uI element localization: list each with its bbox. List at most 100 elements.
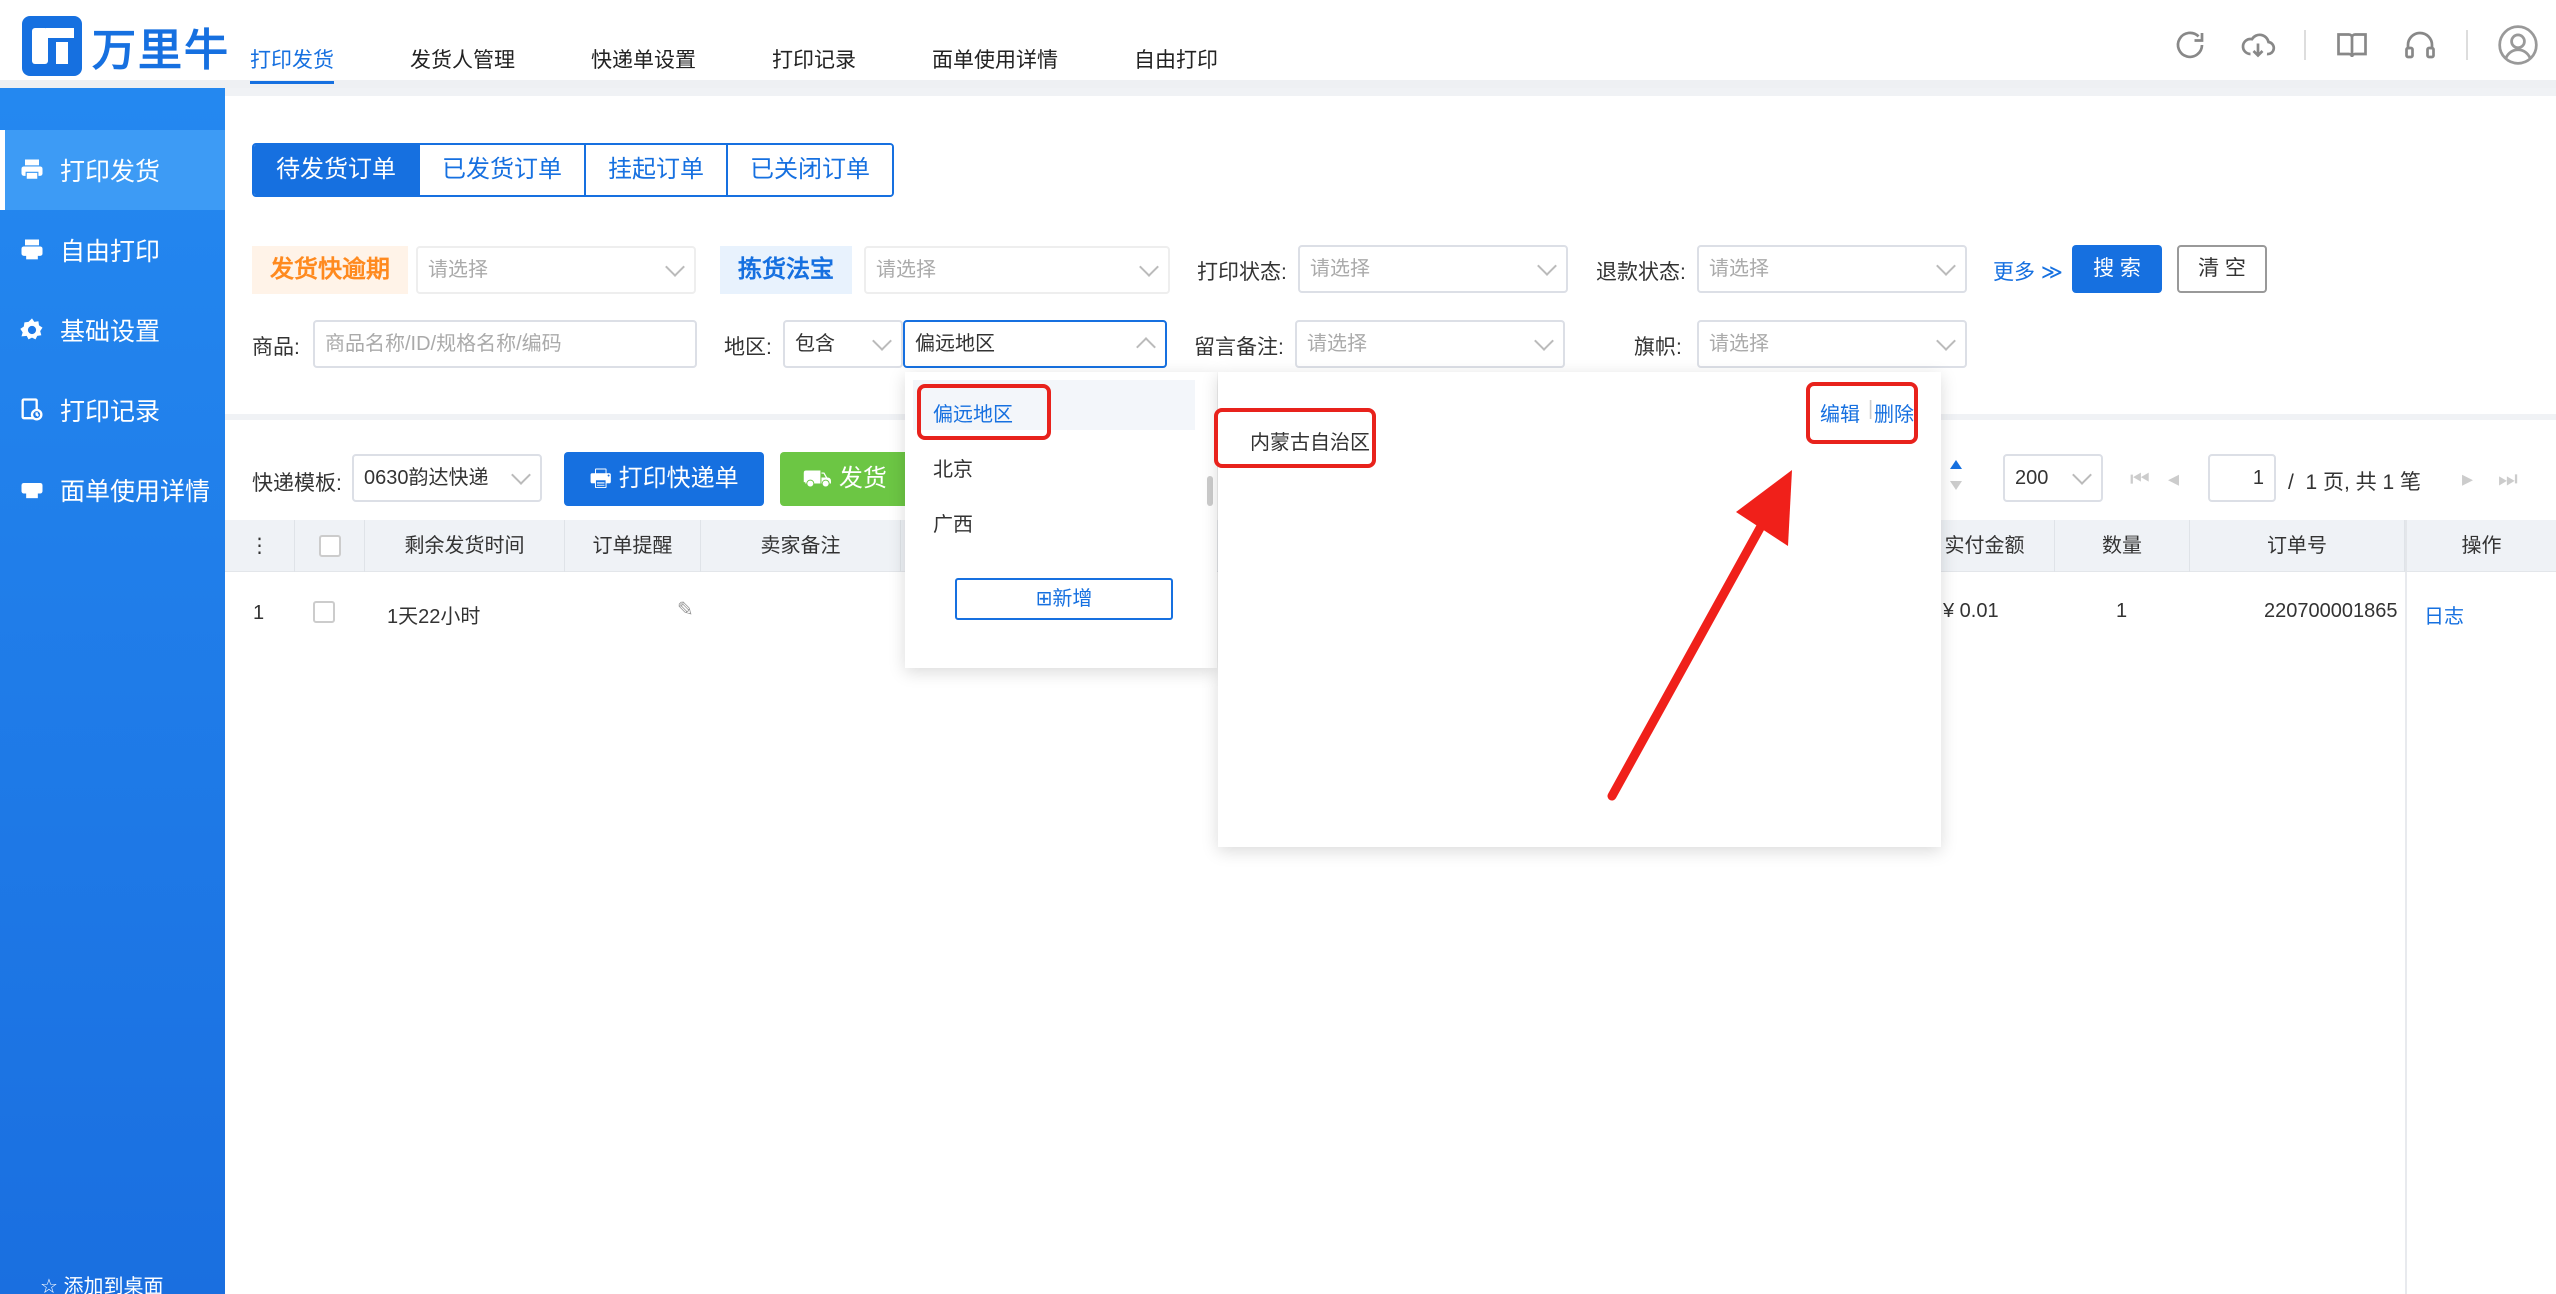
search-button[interactable]: 搜 索 [2072,245,2162,293]
page-size-select[interactable]: 200 [2003,454,2103,502]
sidebar: 打印发货 自由打印 基础设置 打印记录 面单使用详情 [0,88,225,1294]
region-option-beijing[interactable]: 北京 [933,453,973,482]
headset-icon[interactable] [2402,27,2438,63]
tab-closed-orders[interactable]: 已关闭订单 [728,145,892,195]
topnav-print-ship[interactable]: 打印发货 [250,0,334,84]
printer-icon: 🖶 [589,465,619,492]
region-mode-select[interactable]: 包含 [783,320,903,368]
header-action: 操作 [2405,520,2556,572]
sidebar-item-label: 面单使用详情 [60,478,211,506]
picking-tag[interactable]: 拣货法宝 [720,246,852,294]
picking-select[interactable]: 请选择 [864,246,1170,294]
row-quantity: 1 [2116,600,2128,622]
sidebar-item-label: 基础设置 [60,318,161,346]
region-label: 地区: [724,336,772,359]
printer-icon [21,159,43,180]
annotation-box [917,384,1051,440]
printer-icon [21,483,43,499]
divider [2304,30,2306,60]
annotation-arrow-icon [1607,470,1792,801]
log-link[interactable]: 日志 [2424,600,2464,629]
top-nav: 打印发货 发货人管理 快递单设置 打印记录 面单使用详情 自由打印 [250,0,1294,88]
brand-name: 万里牛 [92,26,230,75]
last-page-icon[interactable]: ⏭ [2498,466,2518,492]
flag-select[interactable]: 请选择 [1697,320,1967,368]
first-page-icon[interactable]: ⏮ [2130,466,2150,492]
sidebar-item-print-records[interactable]: 打印记录 [0,370,225,450]
star-icon: ☆ [40,1276,64,1294]
topnav-sender-manage[interactable]: 发货人管理 [410,0,515,84]
sidebar-item-label: 打印发货 [60,158,161,186]
annotation-box [1214,408,1376,468]
row-amount: ¥ 0.01 [1943,600,1999,622]
sidebar-item-print-ship[interactable]: 打印发货 [0,130,225,210]
topnav-print-records[interactable]: 打印记录 [772,0,856,84]
top-icons [2156,20,2556,70]
double-chevron-down-icon: ≫ [2035,261,2063,284]
plus-square-icon: ⊞ [1035,588,1053,610]
logo-mark-icon [22,16,82,76]
topnav-waybill-usage[interactable]: 面单使用详情 [932,0,1058,84]
refund-status-label: 退款状态: [1596,261,1686,284]
brand-logo[interactable]: 万里牛 [22,14,230,78]
header-quantity[interactable]: 数量 [2055,520,2190,572]
product-label: 商品: [252,336,300,359]
tab-pending-orders[interactable]: 待发货订单 [254,145,420,195]
page-info: / 1 页, 共 1 笔 [2288,471,2422,494]
add-to-desktop[interactable]: ☆ 添加到桌面 [40,1270,164,1294]
shipping-overdue-tag[interactable]: 发货快逾期 [252,246,408,294]
truck-icon: ⛟ [802,465,839,492]
tab-suspended-orders[interactable]: 挂起订单 [586,145,728,195]
action-column-divider [2405,572,2407,1294]
region-option-guangxi[interactable]: 广西 [933,508,973,537]
refund-status-select[interactable]: 请选择 [1697,245,1967,293]
remark-select[interactable]: 请选择 [1295,320,1565,368]
sidebar-item-basic-settings[interactable]: 基础设置 [0,290,225,370]
column-menu-icon[interactable]: ⋮ [225,520,295,572]
book-icon[interactable] [2334,27,2370,63]
ship-button[interactable]: ⛟ 发货 [780,452,910,506]
topnav-free-print[interactable]: 自由打印 [1134,0,1218,84]
page-number-input[interactable]: 1 [2208,454,2276,502]
shipping-overdue-select[interactable]: 请选择 [416,246,696,294]
select-all-checkbox[interactable] [318,535,341,557]
template-select[interactable]: 0630韵达快递 [352,454,542,502]
header-time-left[interactable]: 剩余发货时间 [365,520,565,572]
clear-button[interactable]: 清 空 [2177,245,2267,293]
product-input[interactable]: 商品名称/ID/规格名称/编码 [313,320,697,368]
gear-icon [20,318,43,340]
topnav-waybill-settings[interactable]: 快递单设置 [591,0,696,84]
tab-shipped-orders[interactable]: 已发货订单 [420,145,586,195]
refresh-icon[interactable] [2172,27,2208,63]
print-waybill-button[interactable]: 🖶 打印快递单 [564,452,764,506]
header-seller-note[interactable]: 卖家备注 [701,520,901,572]
more-filters-link[interactable]: 更多 ≫ [1993,256,2063,286]
printer-icon [21,239,43,260]
region-select[interactable]: 偏远地区 [903,320,1167,368]
sidebar-item-label: 打印记录 [60,398,161,426]
flag-label: 旗帜: [1634,336,1682,359]
region-detail-panel: 内蒙古自治区 编辑 | 删除 [1214,372,1941,847]
header-order-reminder[interactable]: 订单提醒 [565,520,701,572]
annotation-box [1806,382,1918,444]
prev-page-icon[interactable]: ◂ [2168,466,2179,492]
print-record-icon [21,398,43,421]
row-time-left: 1天22小时 [387,606,481,628]
next-page-icon[interactable]: ▸ [2462,466,2473,492]
sidebar-item-waybill-usage[interactable]: 面单使用详情 [0,450,225,530]
sidebar-item-label: 自由打印 [60,238,161,266]
page-size-stepper[interactable] [1950,456,1964,502]
region-dropdown: 偏远地区 北京 广西 ⊞新增 [905,372,1217,668]
print-status-select[interactable]: 请选择 [1298,245,1568,293]
user-avatar-icon[interactable] [2496,23,2540,67]
sidebar-item-free-print[interactable]: 自由打印 [0,210,225,290]
order-tabs: 待发货订单 已发货订单 挂起订单 已关闭订单 [252,143,894,197]
divider [2466,30,2468,60]
cloud-download-icon[interactable] [2240,27,2276,63]
row-index: 1 [253,602,265,624]
row-checkbox[interactable] [313,601,335,623]
scrollbar[interactable] [1207,476,1213,506]
add-region-button[interactable]: ⊞新增 [955,578,1173,620]
edit-note-icon[interactable]: ✎ [677,597,694,622]
header-order-no[interactable]: 订单号 [2190,520,2405,572]
